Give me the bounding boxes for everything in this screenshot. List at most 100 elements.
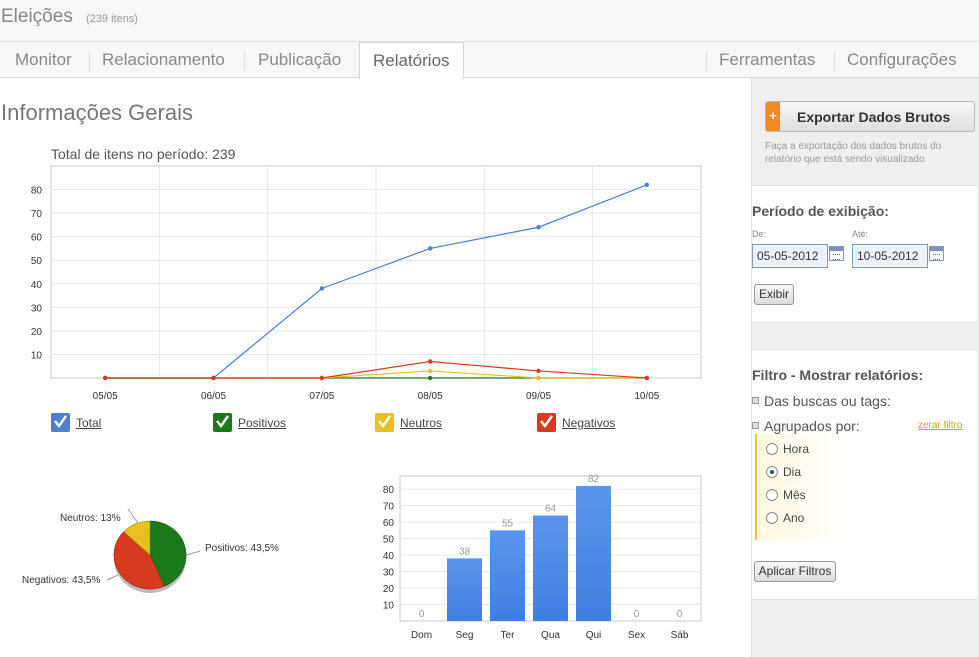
legend-total-label: Total — [76, 416, 102, 430]
x-category-label: Dom — [411, 630, 432, 641]
to-label: Até: — [852, 229, 869, 239]
radio-dia[interactable]: Dia — [766, 465, 801, 479]
calendar-icon[interactable] — [929, 246, 944, 261]
export-description: Faça a exportação dos dados brutos do re… — [765, 141, 942, 165]
filter-search-option[interactable]: Das buscas ou tags: — [752, 393, 891, 409]
weekday-bar-chart: 10 20 30 40 50 60 70 80 0 Dom 38 Seg 55 Ter 64 Qua 82 Qui… — [383, 474, 702, 641]
bar-value-label: 55 — [502, 518, 514, 529]
bar-value-label: 0 — [419, 609, 425, 620]
app-title: Eleições — [1, 6, 73, 27]
tab-configuracoes[interactable]: Configurações — [847, 50, 957, 70]
tab-bar: Monitor Relacionamento Publicação Relató… — [0, 42, 979, 79]
legend-neutros-checkbox[interactable] — [375, 413, 394, 432]
tab-publicacao[interactable]: Publicação — [258, 50, 341, 70]
data-point-neutros — [536, 375, 541, 381]
check-icon — [540, 415, 553, 429]
calendar-icon[interactable] — [829, 246, 844, 261]
date-from-input[interactable] — [752, 244, 828, 268]
x-category-label: Seg — [456, 630, 474, 641]
data-point-negativos — [427, 359, 433, 364]
data-point-total — [427, 246, 433, 251]
pie-leader-line — [106, 574, 119, 581]
radio-label: Mês — [783, 488, 806, 502]
y-tick-label: 50 — [383, 535, 395, 546]
radio-label: Dia — [783, 465, 802, 479]
legend-negativos-label: Negativos — [562, 416, 616, 430]
x-tick-label: 05/05 — [93, 391, 118, 402]
y-tick-label: 10 — [31, 350, 43, 361]
y-tick-label: 60 — [31, 233, 43, 244]
pie-label-negativos: Negativos: 43,5% — [22, 575, 101, 586]
bar-qui — [576, 485, 611, 621]
legend-negativos-checkbox[interactable] — [537, 413, 556, 432]
radio-hora[interactable]: Hora — [766, 442, 809, 456]
tab-monitor[interactable]: Monitor — [15, 50, 72, 70]
data-point-total — [644, 182, 650, 188]
page-title: Informações Gerais — [1, 100, 193, 125]
x-tick-label: 08/05 — [418, 391, 443, 402]
item-count: (239 itens) — [86, 13, 138, 25]
data-point-negativos — [536, 368, 541, 374]
pie-leader-line — [127, 508, 139, 524]
filter-group-option[interactable]: Agrupados por: — [752, 418, 860, 434]
bar-seg — [447, 558, 482, 621]
y-tick-label: 20 — [383, 584, 395, 595]
top-bar: Eleições (239 itens) — [0, 0, 979, 42]
plus-icon: + — [766, 102, 780, 131]
y-tick-label: 50 — [31, 256, 43, 267]
y-tick-label: 40 — [383, 551, 395, 562]
tab-relatorios[interactable]: Relatórios — [359, 42, 464, 79]
reset-filter-link[interactable]: zerar filtro — [918, 420, 962, 431]
radio-button[interactable] — [766, 489, 778, 501]
y-tick-label: 60 — [383, 518, 395, 529]
filter-title: Filtro - Mostrar relatórios: — [752, 367, 924, 383]
pie-label-neutros: Neutros: 13% — [60, 513, 121, 524]
daily-line-chart: 10 20 30 40 50 60 70 80 05/05 06/05 07/05 08/05 09/0… — [31, 165, 702, 402]
y-tick-label: 70 — [31, 209, 43, 220]
radio-button[interactable] — [766, 443, 778, 455]
x-tick-label: 09/05 — [526, 391, 551, 402]
y-tick-label: 20 — [31, 327, 43, 338]
data-point-total — [319, 286, 325, 291]
radio-mes[interactable]: Mês — [766, 488, 806, 502]
data-point-total — [536, 225, 541, 230]
y-tick-label: 70 — [383, 502, 395, 513]
legend-positivos-checkbox[interactable] — [213, 413, 232, 432]
tab-separator — [834, 51, 835, 71]
export-raw-data-button[interactable]: + Exportar Dados Brutos — [765, 101, 975, 132]
exibir-button[interactable]: Exibir — [754, 284, 794, 305]
data-point-negativos — [319, 375, 325, 381]
bullet-icon — [752, 397, 759, 404]
x-tick-label: 06/05 — [201, 391, 226, 402]
y-tick-label: 40 — [31, 280, 43, 291]
apply-filters-button[interactable]: Aplicar Filtros — [754, 561, 836, 582]
bar-value-label: 38 — [459, 546, 471, 557]
filter-group-label: Agrupados por: — [764, 418, 860, 434]
bar-ter — [490, 530, 525, 621]
tab-relacionamento[interactable]: Relacionamento — [102, 50, 225, 70]
legend-positivos-label: Positivos — [238, 416, 287, 430]
radio-ano[interactable]: Ano — [766, 511, 804, 525]
check-icon — [378, 415, 391, 429]
x-category-label: Qua — [541, 630, 560, 641]
y-tick-label: 10 — [383, 601, 395, 612]
legend-total-checkbox[interactable] — [51, 413, 70, 432]
bar-qua — [533, 515, 568, 621]
radio-button[interactable] — [766, 512, 778, 524]
check-icon — [54, 415, 67, 429]
tab-separator — [89, 51, 90, 71]
date-to-input[interactable] — [852, 244, 928, 268]
data-point-negativos — [211, 375, 216, 381]
tab-separator — [706, 51, 707, 71]
legend-neutros-label: Neutros — [400, 416, 443, 430]
y-tick-label: 30 — [383, 568, 395, 579]
y-tick-label: 80 — [31, 186, 43, 197]
bar-value-label: 82 — [588, 474, 600, 485]
pie-leader-line — [185, 550, 200, 556]
x-category-label: Ter — [501, 630, 516, 641]
tab-ferramentas[interactable]: Ferramentas — [719, 50, 815, 70]
period-title: Período de exibição: — [752, 203, 889, 219]
radio-button-checked[interactable] — [766, 466, 778, 478]
x-tick-label: 10/05 — [634, 391, 659, 402]
from-label: De: — [752, 229, 767, 239]
